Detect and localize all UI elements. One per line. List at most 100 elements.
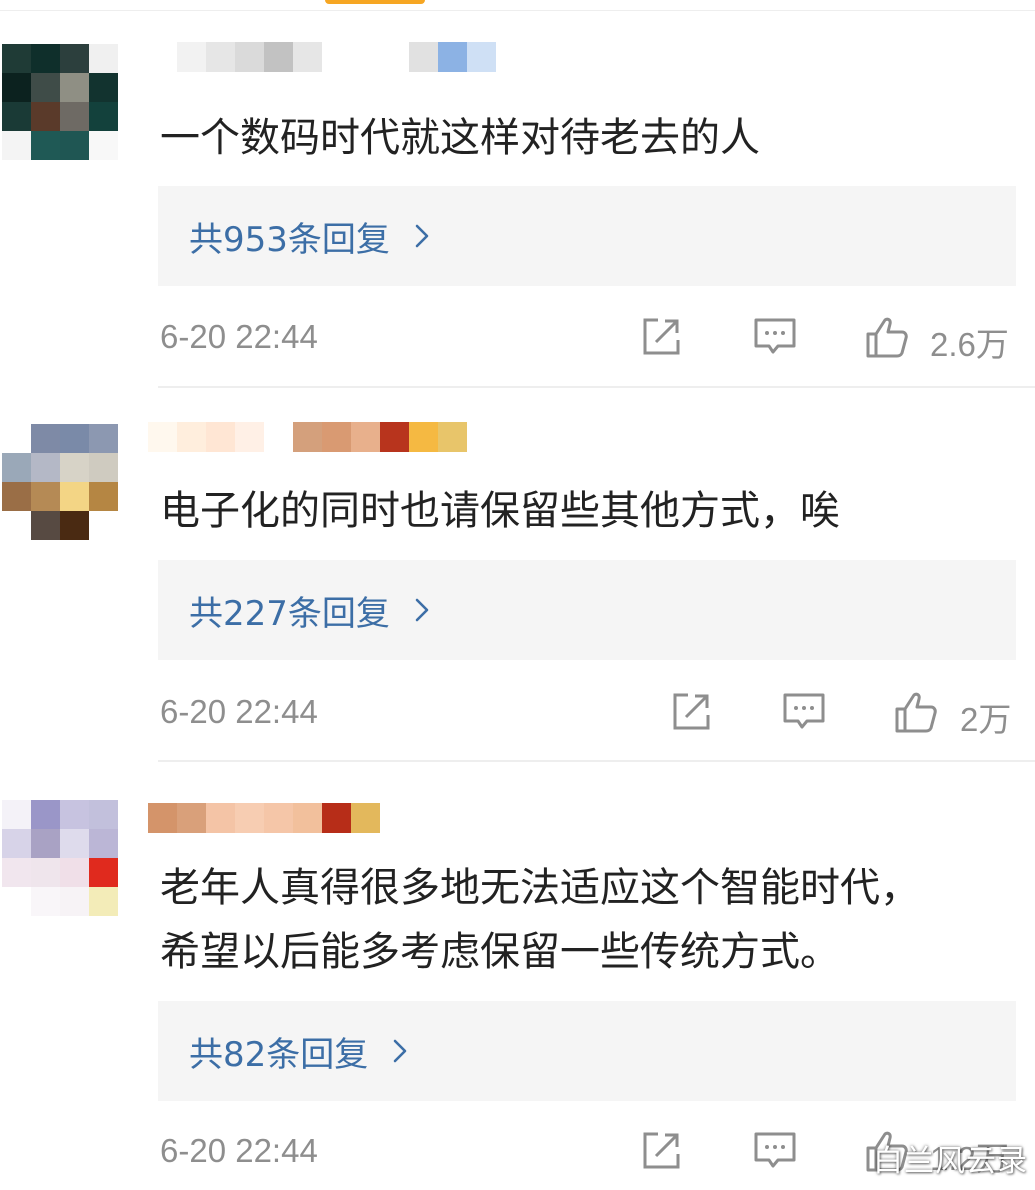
avatar-mosaic-block bbox=[2, 511, 31, 540]
share-icon[interactable] bbox=[638, 1128, 684, 1174]
comment-text: 老年人真得很多地无法适应这个智能时代， 希望以后能多考虑保留一些传统方式。 bbox=[160, 865, 920, 975]
chevron-right-icon bbox=[386, 1037, 414, 1065]
username[interactable] bbox=[148, 422, 467, 452]
comment-icon[interactable] bbox=[752, 1128, 798, 1174]
avatar-mosaic-block bbox=[89, 887, 118, 916]
thumbs-up-icon[interactable] bbox=[893, 689, 939, 735]
username-mosaic-block bbox=[235, 422, 264, 452]
avatar[interactable] bbox=[2, 424, 118, 540]
username-mosaic-block bbox=[351, 803, 380, 833]
top-divider bbox=[0, 10, 1035, 11]
avatar-mosaic-block bbox=[60, 424, 89, 453]
username-mosaic-block bbox=[264, 803, 293, 833]
timestamp: 6-20 22:44 bbox=[160, 318, 318, 355]
avatar-mosaic-block bbox=[2, 800, 31, 829]
avatar-mosaic-block bbox=[60, 102, 89, 131]
avatar-mosaic-block bbox=[89, 73, 118, 102]
avatar-mosaic-block bbox=[89, 511, 118, 540]
avatar-mosaic-block bbox=[31, 482, 60, 511]
avatar-mosaic-block bbox=[31, 511, 60, 540]
username-mosaic-block bbox=[264, 422, 293, 452]
username-mosaic-block bbox=[177, 422, 206, 452]
comment-divider bbox=[158, 386, 1035, 388]
timestamp: 6-20 22:44 bbox=[160, 1132, 318, 1169]
avatar[interactable] bbox=[2, 44, 118, 160]
username-mosaic-block bbox=[148, 803, 177, 833]
avatar-mosaic-block bbox=[31, 73, 60, 102]
avatar-mosaic-block bbox=[60, 800, 89, 829]
thumbs-up-icon[interactable] bbox=[864, 314, 910, 360]
username-mosaic-block bbox=[322, 42, 351, 72]
username-mosaic-block bbox=[235, 803, 264, 833]
username-mosaic-block bbox=[235, 42, 264, 72]
avatar-mosaic-block bbox=[2, 73, 31, 102]
comment-icon[interactable] bbox=[752, 314, 798, 360]
username-mosaic-block bbox=[177, 42, 206, 72]
username-mosaic-block bbox=[409, 42, 438, 72]
avatar-mosaic-block bbox=[31, 102, 60, 131]
avatar-mosaic-block bbox=[60, 511, 89, 540]
username-mosaic-block bbox=[177, 803, 206, 833]
username-mosaic-block bbox=[322, 422, 351, 452]
avatar-mosaic-block bbox=[31, 800, 60, 829]
active-tab-indicator bbox=[325, 0, 425, 4]
avatar-mosaic-block bbox=[89, 102, 118, 131]
avatar-mosaic-block bbox=[2, 829, 31, 858]
view-replies-button[interactable]: 共82条回复 bbox=[158, 1001, 1016, 1101]
username-mosaic-block bbox=[206, 422, 235, 452]
avatar-mosaic-block bbox=[60, 44, 89, 73]
username-mosaic-block bbox=[293, 803, 322, 833]
comment-meta: 6-20 22:44 2.6万 bbox=[160, 314, 1020, 364]
avatar-mosaic-block bbox=[60, 131, 89, 160]
avatar-mosaic-block bbox=[31, 131, 60, 160]
avatar-mosaic-block bbox=[89, 482, 118, 511]
comment-text: 一个数码时代就这样对待老去的人 bbox=[160, 115, 760, 161]
comment-divider bbox=[158, 760, 1035, 762]
username-mosaic-block bbox=[148, 42, 177, 72]
avatar-mosaic-block bbox=[31, 453, 60, 482]
avatar-mosaic-block bbox=[2, 131, 31, 160]
username-mosaic-block bbox=[409, 422, 438, 452]
share-icon[interactable] bbox=[638, 314, 684, 360]
username[interactable] bbox=[148, 803, 380, 833]
avatar-mosaic-block bbox=[89, 424, 118, 453]
avatar-mosaic-block bbox=[60, 887, 89, 916]
like-count: 2.6万 bbox=[930, 326, 1009, 363]
share-icon[interactable] bbox=[668, 689, 714, 735]
chevron-right-icon bbox=[408, 596, 436, 624]
comment-icon[interactable] bbox=[781, 689, 827, 735]
username-mosaic-block bbox=[351, 42, 380, 72]
avatar-mosaic-block bbox=[2, 482, 31, 511]
avatar-mosaic-block bbox=[89, 453, 118, 482]
like-count: 2万 bbox=[960, 701, 1012, 738]
chevron-right-icon bbox=[408, 222, 436, 250]
username-mosaic-block bbox=[351, 422, 380, 452]
username-mosaic-block bbox=[438, 42, 467, 72]
view-replies-button[interactable]: 共227条回复 bbox=[158, 560, 1016, 660]
avatar-mosaic-block bbox=[31, 424, 60, 453]
username[interactable] bbox=[148, 42, 496, 72]
replies-count-label: 共82条回复 bbox=[189, 1034, 369, 1075]
username-mosaic-block bbox=[206, 42, 235, 72]
avatar-mosaic-block bbox=[2, 102, 31, 131]
username-mosaic-block bbox=[380, 422, 409, 452]
avatar-mosaic-block bbox=[2, 887, 31, 916]
comment-meta: 6-20 22:44 2万 bbox=[160, 689, 1020, 739]
avatar-mosaic-block bbox=[31, 829, 60, 858]
avatar-mosaic-block bbox=[89, 800, 118, 829]
view-replies-button[interactable]: 共953条回复 bbox=[158, 186, 1016, 286]
avatar-mosaic-block bbox=[31, 858, 60, 887]
username-mosaic-block bbox=[264, 42, 293, 72]
avatar-mosaic-block bbox=[2, 424, 31, 453]
username-mosaic-block bbox=[206, 803, 235, 833]
replies-count-label: 共227条回复 bbox=[189, 593, 390, 634]
avatar-mosaic-block bbox=[60, 453, 89, 482]
comment-text: 电子化的同时也请保留些其他方式，唉 bbox=[160, 488, 840, 534]
replies-count-label: 共953条回复 bbox=[189, 219, 390, 260]
avatar[interactable] bbox=[2, 800, 118, 916]
username-mosaic-block bbox=[380, 42, 409, 72]
avatar-mosaic-block bbox=[60, 482, 89, 511]
timestamp: 6-20 22:44 bbox=[160, 693, 318, 730]
username-mosaic-block bbox=[293, 422, 322, 452]
avatar-mosaic-block bbox=[31, 44, 60, 73]
